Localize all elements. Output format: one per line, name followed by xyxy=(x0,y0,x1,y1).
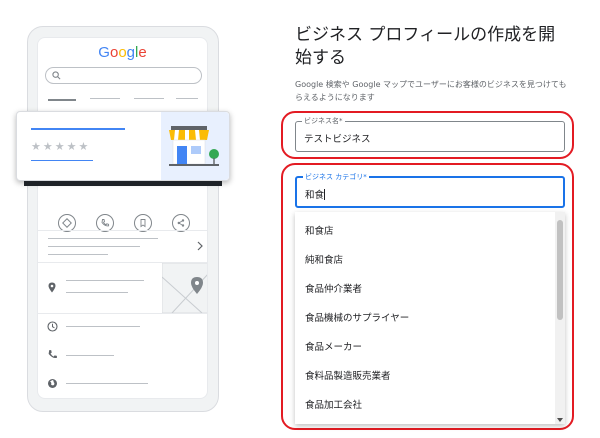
chevron-right-icon xyxy=(197,241,203,251)
business-category-value: 和食 xyxy=(305,190,325,201)
suggestion-item[interactable]: 和食店 xyxy=(305,223,334,237)
text-caret xyxy=(324,189,326,200)
business-card-preview: ★★★★★ xyxy=(16,111,230,181)
phone-divider xyxy=(38,230,207,231)
scroll-down-arrow-icon[interactable] xyxy=(557,418,563,422)
page-subtitle: Google 検索や Google マップでユーザーにお客様のビジネスを見つけて… xyxy=(295,80,567,102)
category-suggestions-list[interactable]: 和食店 純和食店 食品仲介業者 食品機械のサプライヤー 食品メーカー 食料品製造… xyxy=(295,212,565,424)
suggestion-item[interactable]: 食品加工会社 xyxy=(305,397,362,411)
phone-search-bar xyxy=(45,67,202,84)
suggestion-item[interactable]: 食品仲介業者 xyxy=(305,281,362,295)
scrollbar-thumb[interactable] xyxy=(557,220,563,320)
phone-action-row xyxy=(58,214,207,240)
business-name-label: ビジネス名* xyxy=(302,116,345,126)
google-logo: Google xyxy=(98,44,147,61)
business-category-field[interactable]: ビジネス カテゴリ* 和食 xyxy=(295,172,565,208)
phone-tabs xyxy=(48,98,198,106)
map-thumbnail xyxy=(162,263,207,313)
scrollbar-track[interactable] xyxy=(555,212,565,424)
phone-screen: Google xyxy=(37,37,208,399)
storefront-icon xyxy=(169,126,219,166)
phone-illustration: Google xyxy=(27,26,219,412)
suggestion-item[interactable]: 食品機械のサプライヤー xyxy=(305,310,409,324)
business-name-field[interactable]: ビジネス名* テストビジネス xyxy=(295,116,565,152)
suggestion-item[interactable]: 食品メーカー xyxy=(305,339,362,353)
card-shadow xyxy=(24,181,222,186)
globe-icon xyxy=(48,379,57,388)
search-icon xyxy=(52,71,61,80)
business-category-label: ビジネス カテゴリ* xyxy=(303,172,369,182)
business-name-value: テストビジネス xyxy=(304,134,371,145)
suggestion-item[interactable]: 純和食店 xyxy=(305,252,343,266)
clock-icon xyxy=(47,321,58,332)
location-pin-icon xyxy=(48,282,56,293)
call-icon xyxy=(48,350,57,359)
suggestion-item[interactable]: 食料品製造販売業者 xyxy=(305,368,391,382)
page-title: ビジネス プロフィールの作成を開始する xyxy=(295,25,556,68)
rating-stars: ★★★★★ xyxy=(31,140,91,153)
